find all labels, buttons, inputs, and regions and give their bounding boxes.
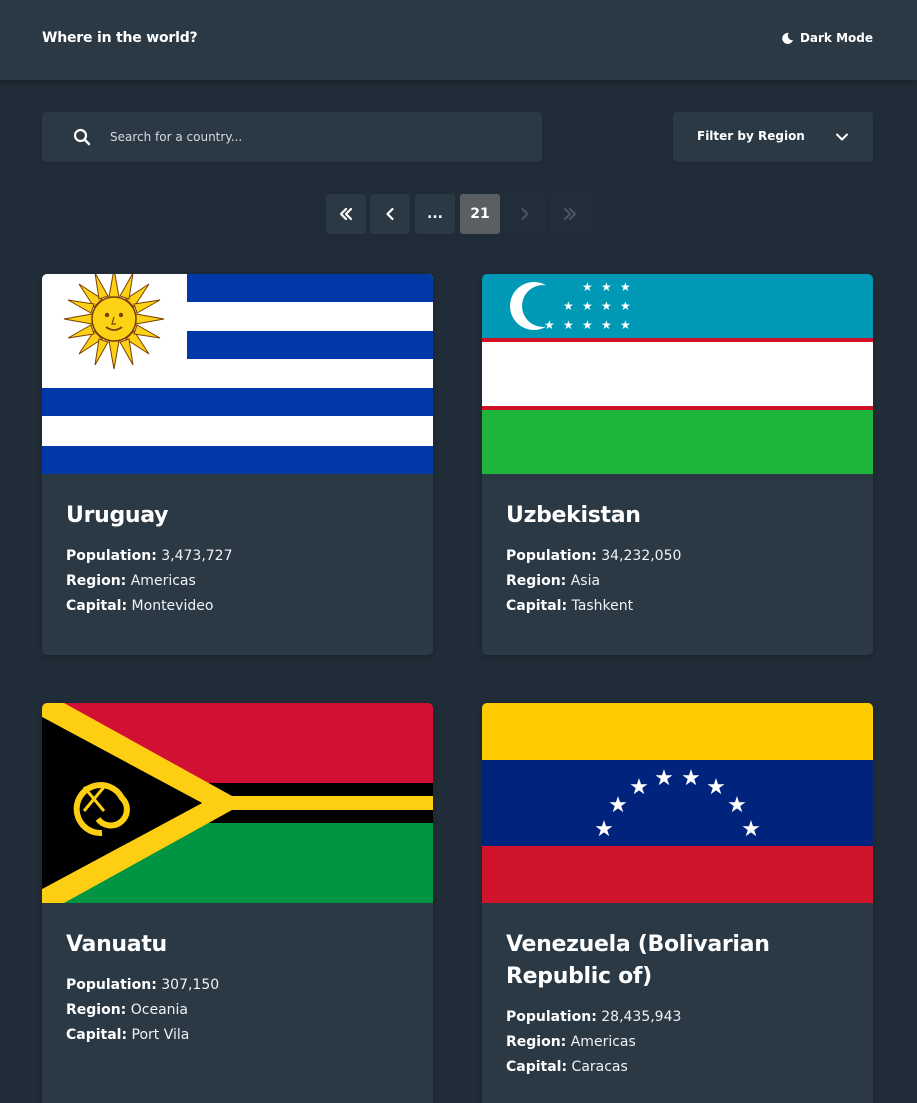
top-bar: Where in the world? Dark Mode bbox=[0, 0, 917, 80]
country-card-vanuatu[interactable]: Vanuatu Population: 307,150 Region: Ocea… bbox=[42, 703, 433, 1103]
svg-text:★: ★ bbox=[563, 318, 574, 332]
capital-label: Capital: bbox=[506, 1059, 568, 1075]
flag-uruguay bbox=[42, 274, 433, 474]
svg-text:★: ★ bbox=[601, 299, 612, 313]
dark-mode-label: Dark Mode bbox=[799, 31, 873, 45]
search-icon bbox=[73, 128, 91, 146]
svg-text:★: ★ bbox=[681, 766, 701, 791]
population-row: Population: 28,435,943 bbox=[506, 1005, 849, 1030]
population-label: Population: bbox=[506, 548, 597, 564]
capital-label: Capital: bbox=[66, 598, 128, 614]
region-filter-dropdown[interactable]: Filter by Region bbox=[673, 112, 873, 162]
last-page-button[interactable] bbox=[550, 194, 590, 234]
region-value: Americas bbox=[130, 573, 196, 589]
country-card-uzbekistan[interactable]: ★ ★ ★ ★ ★ ★ ★ ★ ★ ★ ★ ★ Uzbekistan Population: 34… bbox=[482, 274, 873, 655]
region-value: Americas bbox=[570, 1034, 636, 1050]
region-value: Asia bbox=[570, 573, 601, 589]
chevron-left-icon bbox=[386, 207, 394, 221]
svg-text:★: ★ bbox=[608, 793, 628, 818]
app-title: Where in the world? bbox=[42, 30, 198, 46]
country-card-uruguay[interactable]: Uruguay Population: 3,473,727 Region: Am… bbox=[42, 274, 433, 655]
capital-row: Capital: Port Vila bbox=[66, 1023, 409, 1048]
current-page-button[interactable]: 21 bbox=[460, 194, 500, 234]
country-name: Uruguay bbox=[66, 503, 169, 528]
country-name: Venezuela (Bolivarian Republic of) bbox=[506, 932, 770, 989]
svg-text:★: ★ bbox=[741, 817, 761, 842]
svg-text:★: ★ bbox=[582, 299, 593, 313]
double-chevron-left-icon bbox=[339, 207, 353, 221]
population-row: Population: 34,232,050 bbox=[506, 544, 849, 569]
chevron-down-icon bbox=[836, 133, 848, 141]
region-label: Region: bbox=[506, 1034, 567, 1050]
population-label: Population: bbox=[66, 977, 157, 993]
population-label: Population: bbox=[66, 548, 157, 564]
svg-text:★: ★ bbox=[706, 775, 726, 800]
page-ellipsis[interactable]: ... bbox=[415, 194, 455, 234]
chevron-right-icon bbox=[521, 208, 529, 220]
svg-text:★: ★ bbox=[620, 318, 631, 332]
capital-value: Tashkent bbox=[571, 598, 634, 614]
flag-venezuela: ★ ★ ★ ★ ★ ★ ★ ★ bbox=[482, 703, 873, 903]
moon-icon bbox=[782, 32, 793, 44]
region-label: Region: bbox=[66, 1002, 127, 1018]
population-row: Population: 3,473,727 bbox=[66, 544, 409, 569]
svg-text:★: ★ bbox=[544, 318, 555, 332]
svg-text:★: ★ bbox=[727, 793, 747, 818]
population-value: 34,232,050 bbox=[601, 548, 682, 564]
svg-text:★: ★ bbox=[601, 318, 612, 332]
dark-mode-toggle[interactable]: Dark Mode bbox=[781, 31, 873, 45]
population-value: 307,150 bbox=[161, 977, 220, 993]
population-row: Population: 307,150 bbox=[66, 973, 409, 998]
population-value: 28,435,943 bbox=[601, 1009, 682, 1025]
region-row: Region: Americas bbox=[506, 1030, 849, 1055]
double-chevron-right-icon bbox=[564, 208, 576, 220]
country-name: Uzbekistan bbox=[506, 503, 641, 528]
population-value: 3,473,727 bbox=[161, 548, 233, 564]
region-value: Oceania bbox=[130, 1002, 188, 1018]
region-row: Region: Americas bbox=[66, 569, 409, 594]
svg-text:★: ★ bbox=[563, 299, 574, 313]
search-box bbox=[42, 112, 542, 162]
next-page-button[interactable] bbox=[505, 194, 545, 234]
capital-value: Port Vila bbox=[131, 1027, 190, 1043]
capital-label: Capital: bbox=[66, 1027, 128, 1043]
svg-text:★: ★ bbox=[620, 280, 631, 294]
svg-text:★: ★ bbox=[582, 318, 593, 332]
svg-text:★: ★ bbox=[654, 766, 674, 791]
svg-text:★: ★ bbox=[594, 817, 614, 842]
flag-uzbekistan: ★ ★ ★ ★ ★ ★ ★ ★ ★ ★ ★ ★ bbox=[482, 274, 873, 474]
region-row: Region: Asia bbox=[506, 569, 849, 594]
flag-vanuatu bbox=[42, 703, 433, 903]
population-label: Population: bbox=[506, 1009, 597, 1025]
capital-row: Capital: Tashkent bbox=[506, 594, 849, 619]
region-row: Region: Oceania bbox=[66, 998, 409, 1023]
capital-row: Capital: Montevideo bbox=[66, 594, 409, 619]
capital-row: Capital: Caracas bbox=[506, 1055, 849, 1080]
search-input[interactable] bbox=[110, 112, 530, 162]
country-card-venezuela[interactable]: ★ ★ ★ ★ ★ ★ ★ ★ Venezuela (Bolivarian Re… bbox=[482, 703, 873, 1103]
region-filter-label: Filter by Region bbox=[697, 129, 805, 143]
first-page-button[interactable] bbox=[326, 194, 366, 234]
svg-text:★: ★ bbox=[601, 280, 612, 294]
capital-label: Capital: bbox=[506, 598, 568, 614]
svg-text:★: ★ bbox=[582, 280, 593, 294]
region-label: Region: bbox=[506, 573, 567, 589]
previous-page-button[interactable] bbox=[370, 194, 410, 234]
capital-value: Montevideo bbox=[131, 598, 214, 614]
country-name: Vanuatu bbox=[66, 932, 167, 957]
svg-text:★: ★ bbox=[629, 775, 649, 800]
capital-value: Caracas bbox=[571, 1059, 628, 1075]
svg-text:★: ★ bbox=[620, 299, 631, 313]
region-label: Region: bbox=[66, 573, 127, 589]
